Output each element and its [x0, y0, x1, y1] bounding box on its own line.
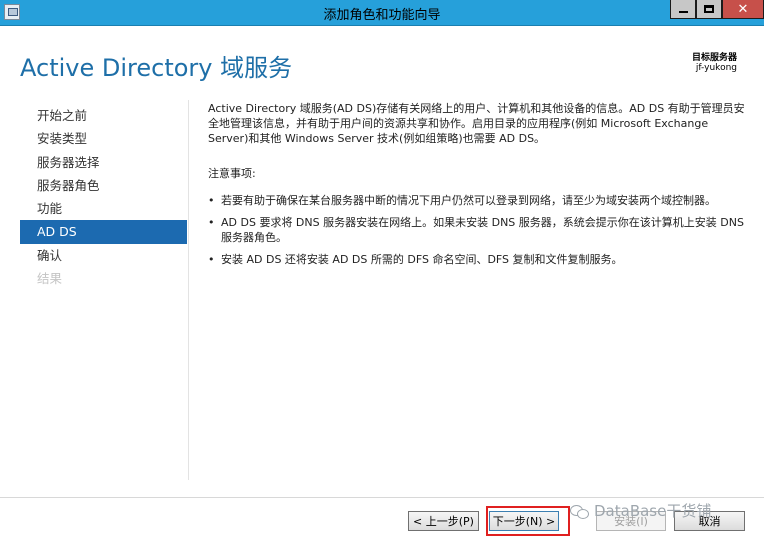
window-title: 添加角色和功能向导 [323, 8, 441, 23]
note-item: 安装 AD DS 还将安装 AD DS 所需的 DFS 命名空间、DFS 复制和… [208, 252, 748, 267]
close-icon: ✕ [737, 1, 749, 17]
maximize-icon [704, 5, 714, 13]
intro-text: Active Directory 域服务(AD DS)存储有关网络上的用户、计算… [208, 102, 745, 145]
title-bar[interactable]: 添加角色和功能向导 ✕ [0, 0, 764, 26]
minimize-button[interactable] [670, 0, 696, 19]
close-button[interactable]: ✕ [722, 0, 764, 19]
minimize-icon [678, 11, 688, 13]
nav-item-confirmation[interactable]: 确认 [20, 244, 187, 267]
nav-item-server-roles[interactable]: 服务器角色 [20, 174, 187, 197]
note-item: AD DS 要求将 DNS 服务器安装在网络上。如果未安装 DNS 服务器，系统… [208, 215, 748, 245]
wizard-step-nav: 开始之前 安装类型 服务器选择 服务器角色 功能 AD DS 确认 结果 [20, 104, 187, 290]
nav-item-installation-type[interactable]: 安装类型 [20, 127, 187, 150]
nav-divider [188, 100, 189, 480]
notes-heading: 注意事项: [208, 167, 256, 180]
nav-item-before-you-begin[interactable]: 开始之前 [20, 104, 187, 127]
content-pane: Active Directory 域服务(AD DS)存储有关网络上的用户、计算… [208, 101, 748, 274]
wechat-icon [570, 504, 589, 519]
nav-item-ad-ds[interactable]: AD DS [20, 220, 187, 244]
nav-item-results: 结果 [37, 271, 63, 287]
nav-item-features[interactable]: 功能 [20, 197, 187, 220]
next-button[interactable]: 下一步(N) > [489, 511, 559, 531]
maximize-button[interactable] [696, 0, 722, 19]
nav-item-server-selection[interactable]: 服务器选择 [20, 151, 187, 174]
note-item: 若要有助于确保在某台服务器中断的情况下用户仍然可以登录到网络，请至少为域安装两个… [208, 193, 748, 208]
page-title: Active Directory 域服务 [20, 54, 293, 82]
target-server-label: 目标服务器 [691, 53, 737, 63]
previous-button[interactable]: < 上一步(P) [408, 511, 479, 531]
watermark-text: DataBase干货铺 [594, 502, 712, 520]
watermark: DataBase干货铺 [570, 500, 711, 521]
target-server-value: jf-yukong [695, 63, 737, 73]
